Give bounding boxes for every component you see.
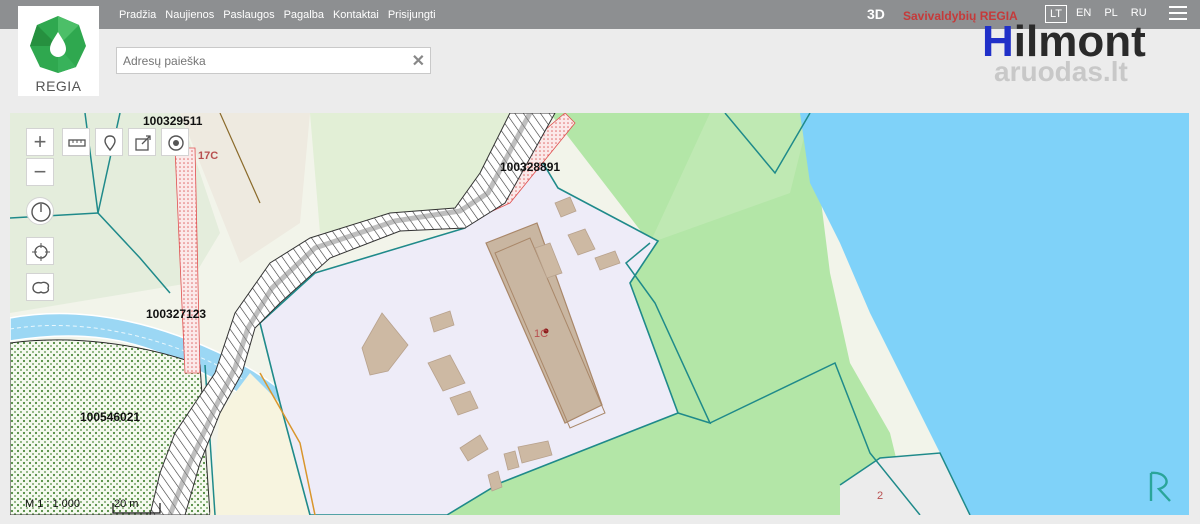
nav-services[interactable]: Paslaugos (223, 9, 274, 21)
crosshair-icon (32, 243, 50, 261)
locate-button[interactable] (161, 128, 189, 156)
parcel-label: 100329511 (143, 114, 203, 128)
regia-logo-icon (30, 16, 86, 73)
measure-button[interactable] (62, 128, 90, 156)
menu-icon[interactable] (1169, 6, 1187, 22)
aruodas-watermark: aruodas.lt (994, 56, 1128, 87)
measure-icon (68, 139, 86, 147)
address-search-input[interactable] (121, 48, 410, 74)
nav-contacts[interactable]: Kontaktai (333, 9, 379, 21)
scale-bar-label: 20 m (114, 498, 139, 510)
nav-news[interactable]: Naujienos (165, 9, 214, 21)
main-nav: Pradžia Naujienos Paslaugos Pagalba Kont… (119, 0, 436, 29)
layers-button[interactable] (26, 273, 54, 301)
address-search: ✕ (116, 47, 431, 74)
share-icon (135, 135, 151, 151)
regia-logo[interactable]: REGIA (18, 6, 99, 96)
nav-login[interactable]: Prisijungti (388, 9, 436, 21)
locate-icon (168, 135, 184, 151)
map-viewport[interactable]: 1C 17C 2 100329511 100328891 100327123 1… (10, 113, 1189, 515)
building-label: 1C (534, 328, 548, 340)
share-button[interactable] (128, 128, 156, 156)
zoom-in-button[interactable]: + (26, 128, 54, 156)
nav-home[interactable]: Pradžia (119, 9, 156, 21)
map-scale: M 1 : 1 000 (25, 498, 81, 510)
parcel-label: 100546021 (80, 410, 140, 424)
parcel-label: 100328891 (500, 160, 560, 174)
zoom-out-button[interactable]: − (26, 158, 54, 186)
layers-icon (32, 281, 50, 294)
parcel-label: 100327123 (146, 307, 206, 321)
logo-text: REGIA (35, 78, 82, 94)
marker-button[interactable] (95, 128, 123, 156)
clear-search-icon[interactable]: ✕ (412, 51, 425, 71)
map-canvas[interactable]: 1C 17C 2 100329511 100328891 100327123 1… (10, 113, 1189, 515)
road-label: 17C (198, 150, 218, 162)
compass-button[interactable] (26, 197, 54, 225)
nav-help[interactable]: Pagalba (284, 9, 324, 21)
pin-icon (104, 135, 116, 152)
crosshair-button[interactable] (26, 237, 54, 265)
plot-number: 2 (877, 490, 883, 502)
compass-icon (31, 202, 51, 222)
3d-toggle[interactable]: 3D (867, 6, 885, 22)
